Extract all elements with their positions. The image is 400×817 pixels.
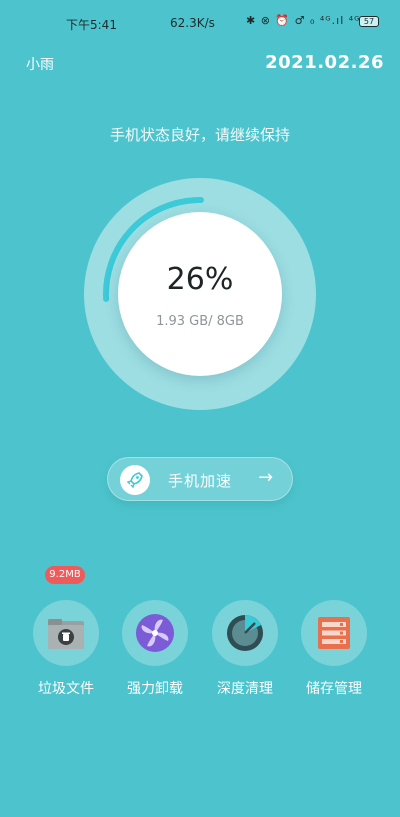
status-icons: ✱ ⊗ ⏰ ♂ ₀ ⁴ᴳ.ıl ⁴ᴳ.ıl bbox=[246, 14, 374, 27]
memory-percent: 26% bbox=[166, 262, 234, 297]
rocket-icon bbox=[120, 465, 150, 495]
storage-icon bbox=[318, 617, 350, 649]
boost-label: 手机加速 bbox=[168, 472, 233, 490]
battery-icon: 57 bbox=[359, 16, 379, 27]
radar-icon bbox=[227, 615, 263, 651]
trash-folder-icon bbox=[48, 619, 84, 649]
phone-boost-button[interactable]: 手机加速 → bbox=[107, 457, 293, 501]
arrow-right-icon: → bbox=[258, 467, 274, 488]
memory-gauge[interactable]: 26% 1.93 GB/ 8GB bbox=[82, 176, 318, 412]
memory-usage: 1.93 GB/ 8GB bbox=[156, 314, 244, 329]
gauge-center: 26% 1.93 GB/ 8GB bbox=[118, 212, 282, 376]
tool-force-uninstall[interactable]: 强力卸载 bbox=[122, 600, 188, 697]
tool-storage-manage[interactable]: 储存管理 bbox=[301, 600, 367, 697]
tool-deep-clean[interactable]: 深度清理 bbox=[212, 600, 278, 697]
fan-icon bbox=[136, 614, 174, 652]
tool-junk-files[interactable]: 垃圾文件 bbox=[33, 600, 99, 697]
tool-label-junk: 垃圾文件 bbox=[38, 681, 94, 697]
network-speed: 62.3K/s bbox=[170, 16, 215, 30]
tool-label-storage: 储存管理 bbox=[306, 681, 362, 697]
user-name: 小雨 bbox=[26, 57, 54, 73]
status-time: 下午5:41 bbox=[66, 18, 117, 32]
tool-label-uninstall: 强力卸载 bbox=[127, 681, 183, 697]
tool-label-deepclean: 深度清理 bbox=[217, 681, 273, 697]
current-date: 2021.02.26 bbox=[265, 52, 384, 73]
status-message: 手机状态良好，请继续保持 bbox=[109, 126, 290, 144]
status-bar: 下午5:41 62.3K/s ✱ ⊗ ⏰ ♂ ₀ ⁴ᴳ.ıl ⁴ᴳ.ıl 57 bbox=[0, 0, 400, 44]
junk-size-badge: 9.2MB bbox=[45, 566, 85, 584]
